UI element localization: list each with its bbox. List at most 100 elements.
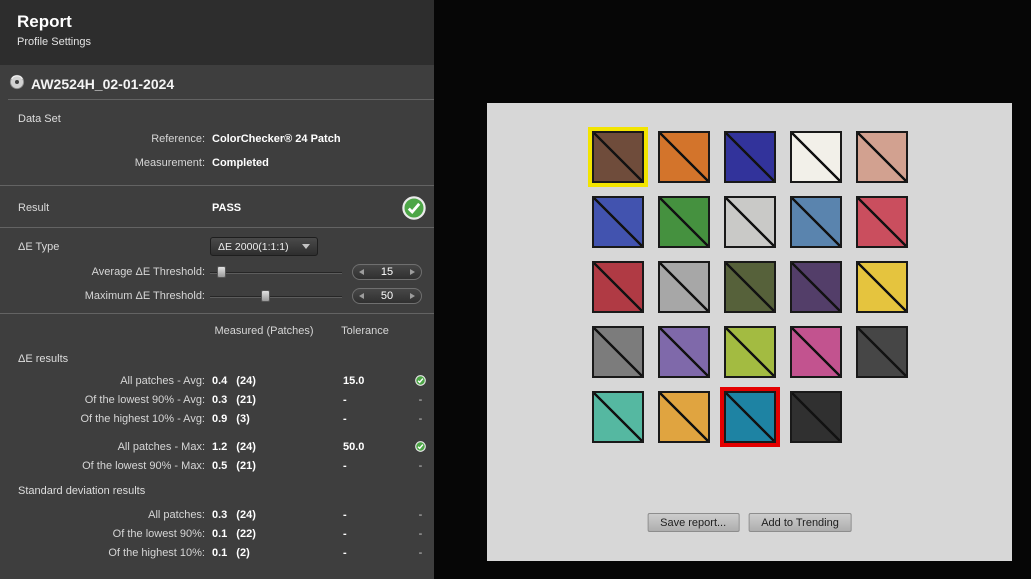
patch-results-panel: Save report... Add to Trending [487, 103, 1012, 561]
row-status: - [407, 413, 434, 425]
maximum-threshold-value: 50 [364, 290, 410, 302]
color-patch-3[interactable] [724, 131, 776, 183]
result-row: Of the lowest 90%:0.1(22)-- [0, 524, 434, 543]
result-row: All patches - Max:1.2(24)50.0 [0, 437, 434, 456]
result-row: Of the highest 10%:0.1(2)-- [0, 543, 434, 562]
color-patch-10[interactable] [856, 196, 908, 248]
reference-row: Reference: ColorChecker® 24 Patch [0, 133, 434, 145]
separator [0, 227, 434, 228]
save-report-button[interactable]: Save report... [647, 513, 739, 532]
color-patch-19[interactable] [790, 326, 842, 378]
slider-track[interactable] [210, 296, 342, 298]
row-label: Of the highest 10% - Avg: [0, 413, 205, 425]
std-results-label: Standard deviation results [18, 485, 145, 497]
measurement-label: Measurement: [0, 157, 205, 169]
row-status: - [407, 528, 434, 540]
page-subtitle: Profile Settings [17, 36, 434, 48]
row-tolerance: - [323, 394, 407, 406]
color-patch-11[interactable] [592, 261, 644, 313]
results-column-headers: Measured (Patches) Tolerance [0, 325, 434, 337]
row-label: All patches: [0, 509, 205, 521]
maximum-threshold-slider[interactable] [210, 288, 342, 304]
row-tolerance: 50.0 [323, 441, 407, 453]
average-threshold-label: Average ΔE Threshold: [0, 266, 205, 278]
row-label: Of the lowest 90% - Avg: [0, 394, 205, 406]
color-patch-2[interactable] [658, 131, 710, 183]
de-results-group-1: All patches - Avg:0.4(24)15.0Of the lowe… [0, 371, 434, 428]
separator [0, 313, 434, 314]
slider-thumb[interactable] [217, 266, 226, 278]
row-tolerance: - [323, 528, 407, 540]
patch-grid [592, 131, 908, 443]
color-patch-9[interactable] [790, 196, 842, 248]
color-patch-20[interactable] [856, 326, 908, 378]
row-status: - [407, 509, 434, 521]
color-patch-14[interactable] [790, 261, 842, 313]
tolerance-column-header: Tolerance [323, 325, 407, 337]
color-patch-13[interactable] [724, 261, 776, 313]
color-patch-22[interactable] [658, 391, 710, 443]
row-tolerance: - [323, 460, 407, 472]
color-patch-17[interactable] [658, 326, 710, 378]
separator [8, 99, 434, 100]
color-patch-1[interactable] [592, 131, 644, 183]
disc-icon [9, 74, 25, 93]
row-measured: 0.3(21) [205, 394, 323, 406]
color-patch-4[interactable] [790, 131, 842, 183]
row-status [407, 441, 434, 452]
row-tolerance: - [323, 509, 407, 521]
panel-actions: Save report... Add to Trending [647, 513, 852, 532]
row-status: - [407, 460, 434, 472]
result-row: Of the highest 10% - Avg:0.9(3)-- [0, 409, 434, 428]
average-threshold-slider[interactable] [210, 264, 342, 280]
row-measured: 1.2(24) [205, 441, 323, 453]
row-label: All patches - Max: [0, 441, 205, 453]
result-row: All patches - Avg:0.4(24)15.0 [0, 371, 434, 390]
de-type-label: ΔE Type [18, 241, 59, 253]
de-type-selected: ΔE 2000(1:1:1) [218, 241, 289, 253]
row-measured: 0.1(2) [205, 547, 323, 559]
row-tolerance: - [323, 547, 407, 559]
stepper-increase-icon[interactable] [410, 293, 415, 299]
data-set-label: Data Set [18, 113, 61, 125]
color-patch-16[interactable] [592, 326, 644, 378]
color-patch-18[interactable] [724, 326, 776, 378]
std-results-group: All patches:0.3(24)--Of the lowest 90%:0… [0, 505, 434, 562]
measurement-row: Measurement: Completed [0, 157, 434, 169]
row-measured: 0.4(24) [205, 375, 323, 387]
row-measured: 0.3(24) [205, 509, 323, 521]
color-patch-8[interactable] [724, 196, 776, 248]
row-status: - [407, 547, 434, 559]
result-row: Of the lowest 90% - Avg:0.3(21)-- [0, 390, 434, 409]
color-patch-5[interactable] [856, 131, 908, 183]
row-label: All patches - Avg: [0, 375, 205, 387]
row-status [407, 375, 434, 386]
row-tolerance: 15.0 [323, 375, 407, 387]
row-label: Of the highest 10%: [0, 547, 205, 559]
pass-check-icon [415, 441, 426, 452]
de-type-dropdown[interactable]: ΔE 2000(1:1:1) [210, 237, 318, 256]
slider-thumb[interactable] [261, 290, 270, 302]
color-patch-15[interactable] [856, 261, 908, 313]
result-label: Result [18, 202, 49, 214]
row-label: Of the lowest 90% - Max: [0, 460, 205, 472]
add-to-trending-button[interactable]: Add to Trending [748, 513, 852, 532]
average-threshold-stepper[interactable]: 15 [352, 264, 422, 280]
stepper-increase-icon[interactable] [410, 269, 415, 275]
row-label: Of the lowest 90%: [0, 528, 205, 540]
color-patch-12[interactable] [658, 261, 710, 313]
de-results-group-2: All patches - Max:1.2(24)50.0 Of the lowe… [0, 437, 434, 475]
maximum-threshold-stepper[interactable]: 50 [352, 288, 422, 304]
header: Report Profile Settings [0, 0, 434, 65]
maximum-threshold-label: Maximum ΔE Threshold: [0, 290, 205, 302]
row-measured: 0.5(21) [205, 460, 323, 472]
slider-track[interactable] [210, 272, 342, 274]
color-patch-21[interactable] [592, 391, 644, 443]
color-patch-6[interactable] [592, 196, 644, 248]
color-patch-7[interactable] [658, 196, 710, 248]
color-patch-23[interactable] [724, 391, 776, 443]
row-measured: 0.1(22) [205, 528, 323, 540]
color-patch-24[interactable] [790, 391, 842, 443]
de-type-row: ΔE Type ΔE 2000(1:1:1) [0, 237, 434, 257]
report-settings-panel: AW2524H_02-01-2024 Data Set Reference: C… [0, 65, 434, 579]
